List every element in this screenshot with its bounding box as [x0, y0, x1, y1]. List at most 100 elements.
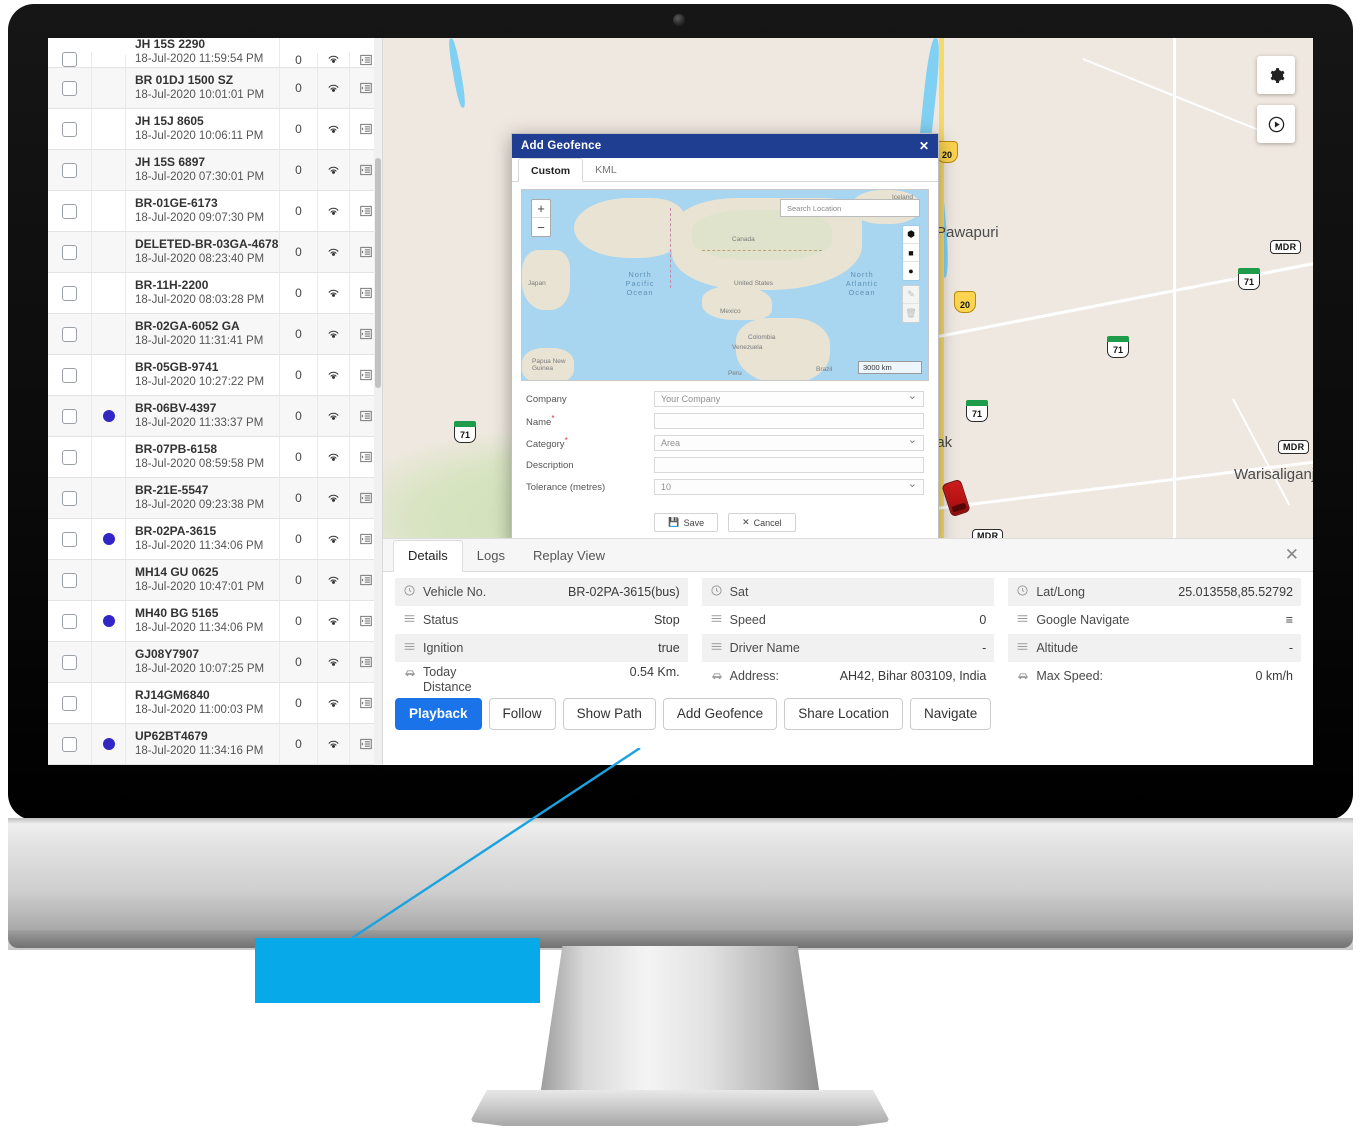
row-select-cell[interactable] — [48, 355, 92, 395]
row-vehicle-cell[interactable]: DELETED-BR-03GA-4678 18-Jul-2020 08:23:40… — [126, 232, 280, 272]
map-canvas[interactable]: 🌳 Pant WLS Pawapuri riak Warisaliganj 20… — [383, 38, 1313, 538]
row-checkbox[interactable] — [62, 490, 77, 506]
map-playback-button[interactable] — [1257, 105, 1295, 143]
table-row[interactable]: BR-11H-2200 18-Jul-2020 08:03:28 PM 0 — [48, 273, 382, 314]
live-track-button[interactable] — [318, 314, 350, 354]
row-vehicle-cell[interactable]: GJ08Y7907 18-Jul-2020 10:07:25 PM — [126, 642, 280, 682]
row-checkbox[interactable] — [62, 695, 77, 711]
tab-details[interactable]: Details — [393, 540, 463, 572]
table-row[interactable]: UP62BT4679 18-Jul-2020 11:34:16 PM 0 — [48, 724, 382, 765]
live-track-button[interactable] — [318, 601, 350, 641]
rectangle-tool-icon[interactable]: ■ — [903, 244, 919, 262]
table-row[interactable]: BR 01DJ 1500 SZ 18-Jul-2020 10:01:01 PM 0 — [48, 68, 382, 109]
tab-kml[interactable]: KML — [583, 158, 629, 181]
live-track-button[interactable] — [318, 683, 350, 723]
tab-custom[interactable]: Custom — [518, 158, 584, 182]
details-close-icon[interactable]: ✕ — [1285, 546, 1299, 563]
table-row[interactable]: BR-01GE-6173 18-Jul-2020 09:07:30 PM 0 — [48, 191, 382, 232]
live-track-button[interactable] — [318, 478, 350, 518]
live-track-button[interactable] — [318, 109, 350, 149]
table-row[interactable]: JH 15S 6897 18-Jul-2020 07:30:01 PM 0 — [48, 150, 382, 191]
live-track-button[interactable] — [318, 68, 350, 108]
table-row[interactable]: BR-06BV-4397 18-Jul-2020 11:33:37 PM 0 — [48, 396, 382, 437]
live-track-button[interactable] — [318, 437, 350, 477]
row-checkbox[interactable] — [62, 408, 77, 424]
row-checkbox[interactable] — [62, 244, 77, 260]
zoom-in-button[interactable]: + — [532, 200, 550, 218]
field-input-tolerance-metres[interactable]: 10 — [654, 477, 924, 495]
table-row[interactable]: MH14 GU 0625 18-Jul-2020 10:47:01 PM 0 — [48, 560, 382, 601]
row-vehicle-cell[interactable]: BR-06BV-4397 18-Jul-2020 11:33:37 PM — [126, 396, 280, 436]
row-select-cell[interactable] — [48, 519, 92, 559]
row-checkbox[interactable] — [62, 654, 77, 670]
add-geofence-dialog[interactable]: Add Geofence ✕ Custom KML North Pacific … — [511, 133, 939, 538]
row-checkbox[interactable] — [62, 449, 77, 465]
live-track-button[interactable] — [318, 232, 350, 272]
table-row[interactable]: RJ14GM6840 18-Jul-2020 11:00:03 PM 0 — [48, 683, 382, 724]
detail-field[interactable]: Google Navigate ≡ — [1008, 606, 1301, 634]
row-select-cell[interactable] — [48, 232, 92, 272]
row-select-cell[interactable] — [48, 724, 92, 764]
row-select-cell[interactable] — [48, 68, 92, 108]
table-row[interactable]: BR-02PA-3615 18-Jul-2020 11:34:06 PM 0 — [48, 519, 382, 560]
action-button-row[interactable]: Playback Follow Show Path Add Geofence Share… — [395, 698, 992, 730]
row-select-cell[interactable] — [48, 601, 92, 641]
row-vehicle-cell[interactable]: UP62BT4679 18-Jul-2020 11:34:16 PM — [126, 724, 280, 764]
vehicle-list-scrollbar[interactable] — [374, 38, 382, 765]
row-checkbox[interactable] — [62, 203, 77, 219]
row-checkbox[interactable] — [62, 736, 77, 752]
row-checkbox[interactable] — [62, 613, 77, 629]
scrollbar-thumb[interactable] — [375, 158, 381, 388]
row-vehicle-cell[interactable]: BR-02PA-3615 18-Jul-2020 11:34:06 PM — [126, 519, 280, 559]
row-checkbox[interactable] — [62, 52, 77, 67]
tab-logs[interactable]: Logs — [463, 541, 519, 571]
polygon-tool-icon[interactable]: ⬢ — [903, 226, 919, 244]
row-vehicle-cell[interactable]: BR-01GE-6173 18-Jul-2020 09:07:30 PM — [126, 191, 280, 231]
row-checkbox[interactable] — [62, 121, 77, 137]
field-input-category[interactable]: Area — [654, 433, 924, 451]
field-input-description[interactable] — [654, 457, 924, 473]
row-vehicle-cell[interactable]: JH 15S 2290 18-Jul-2020 11:59:54 PM — [126, 38, 280, 67]
save-button[interactable]: 💾 Save — [654, 513, 719, 532]
row-vehicle-cell[interactable]: BR-05GB-9741 18-Jul-2020 10:27:22 PM — [126, 355, 280, 395]
tab-replay-view[interactable]: Replay View — [519, 541, 619, 571]
row-checkbox[interactable] — [62, 367, 77, 383]
live-track-button[interactable] — [318, 355, 350, 395]
add-geofence-button[interactable]: Add Geofence — [662, 698, 778, 730]
minimap-zoom-controls[interactable]: + − — [531, 199, 551, 237]
cancel-button[interactable]: ✕ Cancel — [728, 513, 796, 532]
table-row[interactable]: BR-05GB-9741 18-Jul-2020 10:27:22 PM 0 — [48, 355, 382, 396]
row-select-cell[interactable] — [48, 437, 92, 477]
row-select-cell[interactable] — [48, 396, 92, 436]
table-row[interactable]: BR-07PB-6158 18-Jul-2020 08:59:58 PM 0 — [48, 437, 382, 478]
table-row[interactable]: MH40 BG 5165 18-Jul-2020 11:34:06 PM 0 — [48, 601, 382, 642]
row-select-cell[interactable] — [48, 642, 92, 682]
row-select-cell[interactable] — [48, 273, 92, 313]
circle-tool-icon[interactable]: ● — [903, 262, 919, 280]
row-select-cell[interactable] — [48, 478, 92, 518]
live-track-button[interactable] — [318, 273, 350, 313]
row-select-cell[interactable] — [48, 314, 92, 354]
row-vehicle-cell[interactable]: JH 15S 6897 18-Jul-2020 07:30:01 PM — [126, 150, 280, 190]
table-row[interactable]: BR-21E-5547 18-Jul-2020 09:23:38 PM 0 — [48, 478, 382, 519]
table-row[interactable]: BR-02GA-6052 GA 18-Jul-2020 11:31:41 PM 0 — [48, 314, 382, 355]
row-vehicle-cell[interactable]: BR-11H-2200 18-Jul-2020 08:03:28 PM — [126, 273, 280, 313]
row-select-cell[interactable] — [48, 191, 92, 231]
show-path-button[interactable]: Show Path — [562, 698, 656, 730]
row-select-cell[interactable] — [48, 150, 92, 190]
row-select-cell[interactable] — [48, 560, 92, 600]
navigate-button[interactable]: Navigate — [910, 698, 992, 730]
live-track-button[interactable] — [318, 52, 350, 67]
minimap-edit-tools[interactable]: ✎ 🗑 — [902, 285, 920, 323]
geofence-minimap[interactable]: North Pacific Ocean North Atlantic Ocean Ice… — [521, 189, 929, 381]
table-row[interactable]: JH 15J 8605 18-Jul-2020 10:06:11 PM 0 — [48, 109, 382, 150]
zoom-out-button[interactable]: − — [532, 218, 550, 236]
row-vehicle-cell[interactable]: JH 15J 8605 18-Jul-2020 10:06:11 PM — [126, 109, 280, 149]
live-track-button[interactable] — [318, 642, 350, 682]
row-select-cell[interactable] — [48, 52, 92, 67]
row-vehicle-cell[interactable]: BR-07PB-6158 18-Jul-2020 08:59:58 PM — [126, 437, 280, 477]
row-checkbox[interactable] — [62, 162, 77, 178]
row-checkbox[interactable] — [62, 326, 77, 342]
row-select-cell[interactable] — [48, 683, 92, 723]
row-vehicle-cell[interactable]: MH40 BG 5165 18-Jul-2020 11:34:06 PM — [126, 601, 280, 641]
